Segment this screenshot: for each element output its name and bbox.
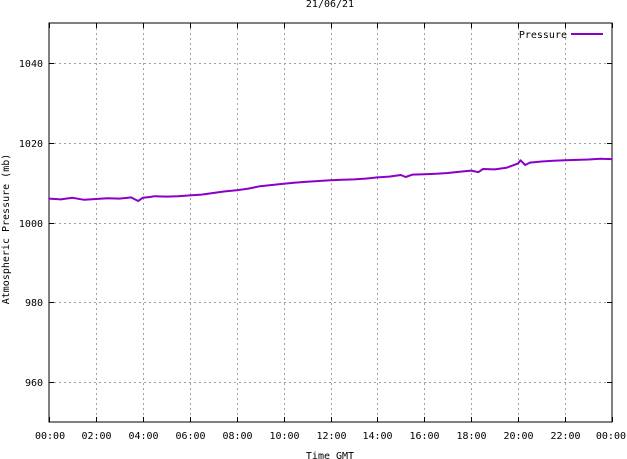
data-point [177, 195, 179, 197]
y-tick-label: 1040 [19, 59, 43, 70]
data-point [224, 190, 226, 193]
data-point [540, 160, 543, 163]
data-point [423, 173, 426, 175]
data-point [259, 185, 261, 187]
data-point [447, 172, 449, 174]
data-point [576, 159, 578, 161]
data-point [95, 198, 97, 200]
x-tick-label: 00:00 [596, 431, 626, 442]
data-point [189, 194, 191, 197]
x-axis-ticks: 00:00 02:00 04:00 06:00 08:00 10:00 12:00 14:00… [35, 23, 626, 442]
data-point [552, 159, 555, 162]
x-tick-label: 14:00 [362, 431, 392, 442]
data-point [329, 179, 332, 181]
data-point [83, 199, 85, 201]
data-point [149, 196, 151, 198]
pressure-chart: 960980100010201040 00:00 02:00 04:00 06:00 0… [1, 0, 626, 459]
data-point [564, 159, 566, 162]
data-point [505, 167, 508, 169]
x-tick-label: 06:00 [175, 431, 205, 442]
data-point [142, 197, 144, 199]
data-point [524, 164, 526, 166]
x-tick-label: 16:00 [409, 431, 439, 442]
data-point [153, 195, 156, 197]
data-point [376, 176, 379, 179]
y-tick-label: 1000 [19, 219, 43, 230]
x-tick-label: 10:00 [269, 431, 299, 442]
data-point [411, 173, 414, 176]
data-point [458, 171, 461, 173]
x-tick-label: 20:00 [503, 431, 533, 442]
plot-frame [48, 22, 613, 423]
data-point [587, 158, 590, 161]
data-point [493, 168, 496, 171]
data-point [470, 169, 473, 172]
x-tick-label: 00:00 [35, 431, 65, 442]
data-point [48, 197, 50, 200]
y-tick-label: 980 [25, 298, 43, 309]
data-point [517, 162, 519, 165]
y-tick-label: 1020 [19, 139, 43, 150]
data-point [71, 197, 74, 199]
chart-title: 21/06/21 [306, 0, 354, 10]
data-point [400, 174, 402, 176]
data-point [477, 171, 480, 173]
data-point [388, 175, 390, 178]
data-point [247, 187, 250, 190]
data-point [118, 197, 121, 200]
y-tick-label: 960 [25, 378, 43, 389]
data-point [294, 181, 297, 184]
legend: Pressure [519, 30, 603, 41]
data-point [212, 192, 214, 194]
x-tick-label: 04:00 [128, 431, 158, 442]
x-tick-label: 08:00 [222, 431, 252, 442]
data-point [165, 195, 168, 198]
grid [49, 23, 612, 422]
data-point [306, 181, 308, 183]
data-point [435, 173, 437, 175]
x-tick-label: 02:00 [81, 431, 111, 442]
x-axis-label: Time GMT [306, 451, 354, 459]
data-point [341, 179, 344, 181]
series-layer [48, 157, 613, 202]
data-point [519, 159, 522, 162]
data-point [137, 200, 139, 202]
y-axis-label: Atmospheric Pressure (mb) [1, 154, 12, 305]
data-point [200, 193, 203, 196]
data-point [59, 198, 62, 201]
data-point [611, 158, 613, 160]
data-point [130, 196, 132, 199]
data-point [529, 161, 531, 164]
data-point [282, 183, 285, 185]
x-tick-label: 12:00 [316, 431, 346, 442]
data-point [482, 168, 484, 170]
data-point [599, 157, 602, 160]
data-point [404, 176, 407, 178]
data-point [353, 178, 355, 181]
x-tick-label: 22:00 [550, 431, 580, 442]
data-point [271, 184, 273, 186]
data-point [106, 197, 109, 199]
data-point [235, 189, 238, 191]
data-point [318, 180, 320, 182]
legend-label: Pressure [519, 30, 567, 41]
data-point [364, 177, 367, 180]
x-tick-label: 18:00 [456, 431, 486, 442]
